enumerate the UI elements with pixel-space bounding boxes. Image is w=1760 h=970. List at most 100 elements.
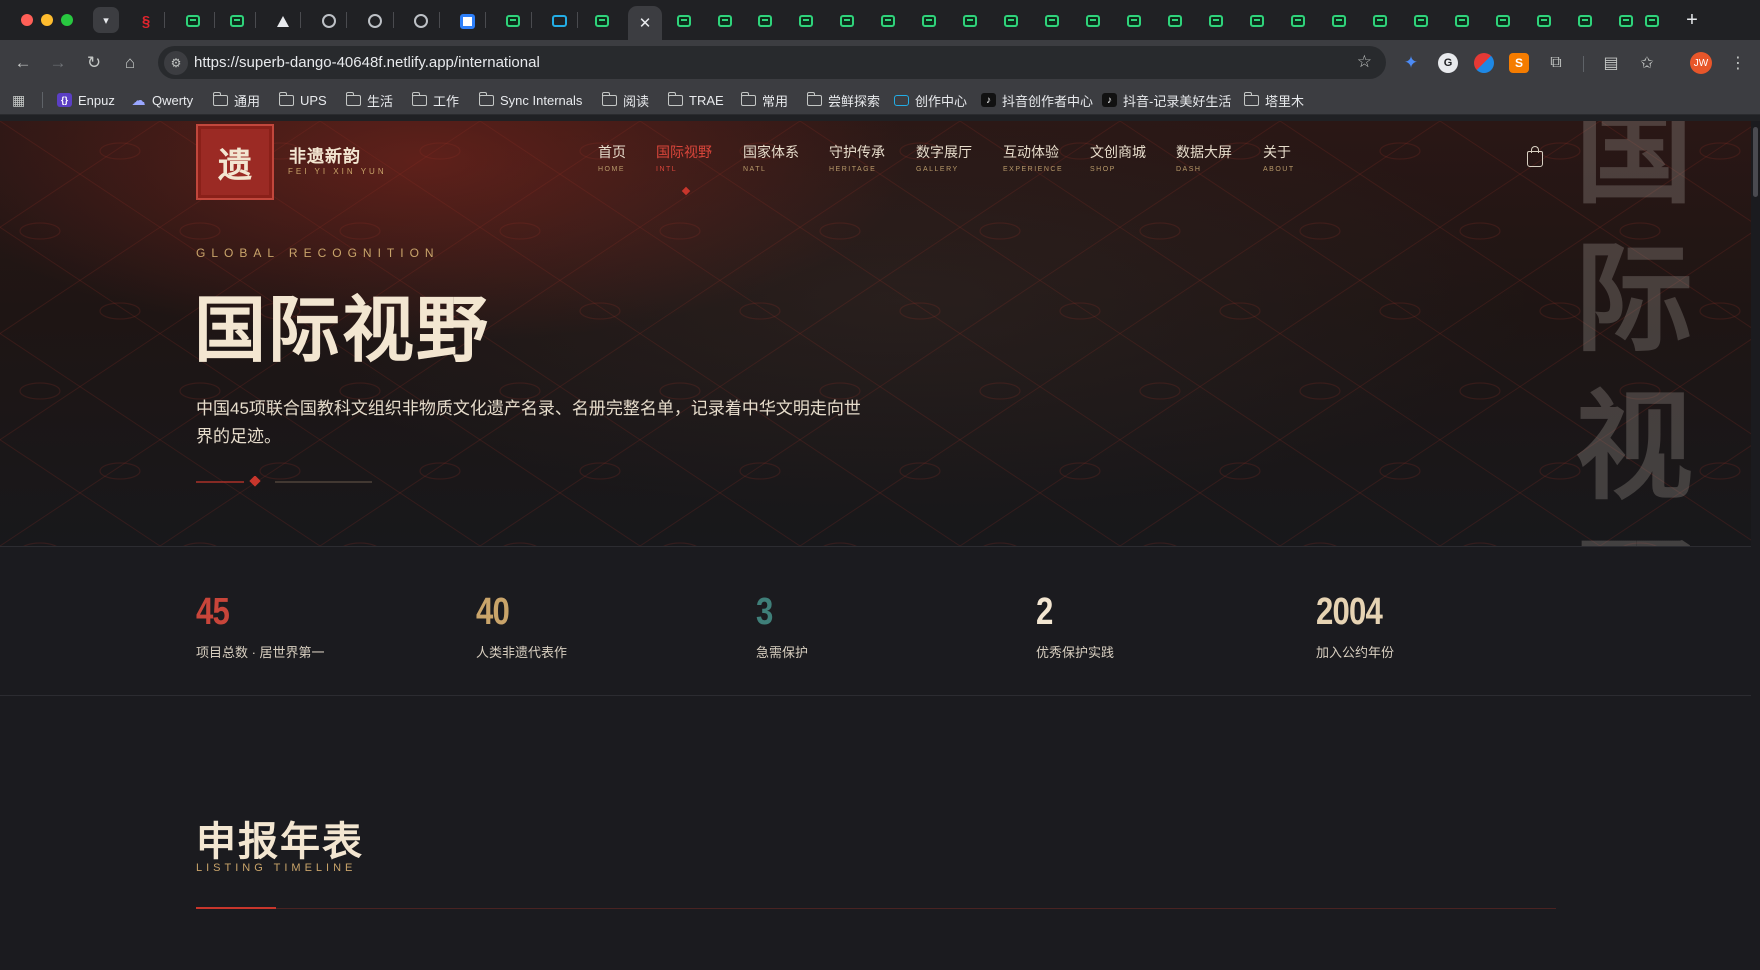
site-logo-seal[interactable]: 遗	[196, 124, 274, 200]
reload-button[interactable]: ↻	[81, 50, 107, 76]
bookmark-folder[interactable]: Sync Internals	[478, 91, 582, 109]
tab-search-button[interactable]: ▾	[93, 7, 119, 33]
url-text[interactable]: https://superb-dango-40648f.netlify.app/…	[194, 54, 540, 71]
close-icon[interactable]: ✕	[639, 14, 652, 32]
close-window-button[interactable]	[21, 14, 33, 26]
bookmark-folder[interactable]: 生活	[345, 91, 393, 109]
tab[interactable]	[219, 8, 255, 34]
nav-item-about[interactable]: 关于 ABOUT	[1263, 142, 1295, 173]
more-menu-icon[interactable]: ⋮	[1728, 53, 1748, 73]
extension-flag-icon[interactable]	[1474, 53, 1494, 73]
shopping-bag-icon[interactable]	[1527, 146, 1543, 167]
back-button[interactable]: ←	[10, 50, 36, 76]
bookmarks-separator	[42, 92, 43, 108]
scrollbar-thumb[interactable]	[1753, 127, 1758, 197]
extension-s-icon[interactable]: S	[1509, 53, 1529, 73]
tab[interactable]	[584, 8, 620, 34]
forward-button[interactable]: →	[45, 50, 71, 76]
apps-grid-icon[interactable]: ▦	[12, 92, 25, 109]
tab[interactable]	[952, 8, 988, 34]
bookmark-folder[interactable]: 阅读	[601, 91, 649, 109]
bookmark-item[interactable]: 创作中心	[894, 91, 967, 109]
tab[interactable]	[541, 8, 577, 34]
bookmark-folder[interactable]: 塔里木	[1243, 91, 1304, 109]
nav-item-shop[interactable]: 文创商城 SHOP	[1090, 142, 1146, 173]
profile-avatar[interactable]: JW	[1690, 52, 1712, 74]
tab[interactable]	[1634, 8, 1670, 34]
extension-dark-icon[interactable]: G	[1438, 53, 1458, 73]
bookmark-folder[interactable]: 尝鲜探索	[806, 91, 880, 109]
tab[interactable]	[911, 8, 947, 34]
bookmark-star-icon[interactable]: ☆	[1357, 52, 1372, 72]
tab[interactable]	[1526, 8, 1562, 34]
bookmark-folder[interactable]: 常用	[740, 91, 789, 109]
tab[interactable]	[1034, 8, 1070, 34]
bookmarks-icon[interactable]: ✩	[1637, 53, 1657, 73]
site-name[interactable]: 非遗新韵	[289, 142, 361, 167]
maximize-window-button[interactable]	[61, 14, 73, 26]
page-scrollbar[interactable]	[1751, 121, 1760, 970]
bookmark-item[interactable]: ☁ Qwerty	[131, 91, 194, 109]
tab[interactable]	[993, 8, 1029, 34]
nav-label: 国际视野	[656, 145, 712, 161]
tab[interactable]: §	[128, 8, 164, 34]
tab[interactable]	[495, 8, 531, 34]
home-button[interactable]: ⌂	[117, 50, 143, 76]
tab[interactable]	[1075, 8, 1111, 34]
bookmark-folder[interactable]: 通用	[212, 91, 260, 109]
stat-value: 2004	[1316, 591, 1383, 633]
tab[interactable]	[666, 8, 702, 34]
minimize-window-button[interactable]	[41, 14, 53, 26]
tab[interactable]	[1485, 8, 1521, 34]
bookmark-folder[interactable]: UPS	[278, 91, 327, 109]
tab[interactable]	[1157, 8, 1193, 34]
tab[interactable]	[1280, 8, 1316, 34]
tab[interactable]	[265, 8, 301, 34]
tab[interactable]	[403, 8, 439, 34]
tab[interactable]	[1198, 8, 1234, 34]
tab[interactable]	[1239, 8, 1275, 34]
extension-puzzle-icon[interactable]: ✦	[1401, 53, 1421, 73]
nav-item-home[interactable]: 首页 HOME	[598, 142, 626, 173]
tab-favicon-icon	[1004, 15, 1018, 27]
nav-item-intl[interactable]: 国际视野 INTL	[656, 142, 712, 173]
bookmark-folder[interactable]: TRAE	[667, 91, 724, 109]
extensions-menu-icon[interactable]: ⧉	[1546, 53, 1566, 73]
tab[interactable]	[707, 8, 743, 34]
address-bar[interactable]: ⚙ https://superb-dango-40648f.netlify.ap…	[158, 46, 1386, 79]
bookmark-item[interactable]: {} Enpuz	[57, 91, 115, 109]
tab[interactable]	[1444, 8, 1480, 34]
tab[interactable]	[870, 8, 906, 34]
nav-sublabel: INTL	[656, 166, 678, 173]
stat-label: 急需保护	[756, 645, 809, 660]
nav-item-dash[interactable]: 数据大屏 DASH	[1176, 142, 1232, 173]
tab[interactable]	[357, 8, 393, 34]
tab[interactable]	[1403, 8, 1439, 34]
tab[interactable]	[788, 8, 824, 34]
tab[interactable]	[449, 8, 485, 34]
tab-favicon-icon	[1086, 15, 1100, 27]
tab[interactable]	[1362, 8, 1398, 34]
active-tab[interactable]: ✕	[628, 6, 662, 40]
bookmark-label: 常用	[762, 93, 789, 109]
tab[interactable]	[311, 8, 347, 34]
tab[interactable]	[1116, 8, 1152, 34]
tab[interactable]	[829, 8, 865, 34]
tab-favicon-icon	[1619, 15, 1633, 27]
bilibili-tv-icon	[551, 15, 567, 27]
tab[interactable]	[747, 8, 783, 34]
tab[interactable]	[1321, 8, 1357, 34]
bookmark-item[interactable]: ♪ 抖音创作者中心	[981, 91, 1093, 109]
tab[interactable]	[175, 8, 211, 34]
bookmark-folder[interactable]: 工作	[411, 91, 459, 109]
reading-list-icon[interactable]: ▤	[1601, 53, 1621, 73]
new-tab-button[interactable]: +	[1680, 7, 1704, 33]
nav-item-gallery[interactable]: 数字展厅 GALLERY	[916, 142, 972, 173]
site-info-icon[interactable]: ⚙	[164, 51, 188, 75]
tab[interactable]	[1567, 8, 1603, 34]
tab-favicon-icon	[718, 15, 732, 27]
nav-item-heritage[interactable]: 守护传承 HERITAGE	[829, 142, 885, 173]
nav-item-experience[interactable]: 互动体验 EXPERIENCE	[1003, 142, 1063, 173]
nav-item-natl[interactable]: 国家体系 NATL	[743, 142, 799, 173]
bookmark-item[interactable]: ♪ 抖音-记录美好生活	[1102, 91, 1231, 109]
